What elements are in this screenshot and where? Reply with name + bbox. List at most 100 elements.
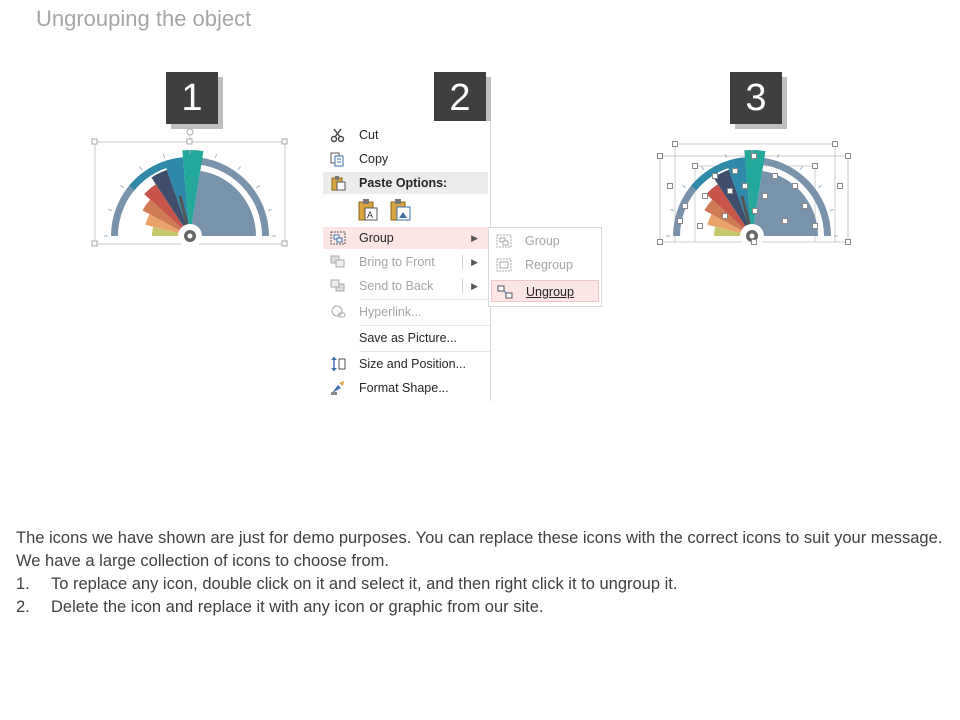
resize-handle[interactable] (657, 239, 663, 245)
resize-handle[interactable] (845, 239, 851, 245)
resize-handle[interactable] (742, 183, 748, 189)
gauge-tick (776, 154, 780, 159)
gauge-tick (108, 208, 113, 212)
rotation-handle[interactable] (186, 128, 194, 136)
resize-handle[interactable] (802, 203, 808, 209)
resize-handle[interactable] (812, 163, 818, 169)
regroup-icon (496, 258, 512, 272)
resize-handle[interactable] (812, 223, 818, 229)
menu-separator (359, 325, 490, 326)
group-submenu: Group Regroup Ungroup (488, 227, 602, 307)
gauge-tick (256, 185, 260, 189)
gauge-tick (724, 154, 728, 159)
menu-item-label: Hyperlink... (359, 305, 422, 319)
resize-handle[interactable] (682, 203, 688, 209)
gauge-tick (799, 166, 803, 170)
resize-handle[interactable] (751, 239, 757, 245)
step-3-badge: 3 (730, 72, 782, 124)
group-icon (330, 231, 346, 245)
menu-item-group[interactable]: Group ▶ (323, 227, 488, 249)
gauge-tick (162, 154, 166, 159)
gauge-tick (139, 166, 143, 170)
resize-handle[interactable] (692, 163, 698, 169)
svg-text:A: A (367, 210, 373, 220)
paste-picture-icon[interactable] (389, 198, 413, 222)
gauge-tick (214, 154, 218, 159)
gauge-tick (237, 166, 241, 170)
menu-item-label: Copy (359, 152, 389, 166)
menu-separator (359, 351, 490, 352)
instruction-item: 1. To replace any icon, double click on … (16, 573, 946, 596)
gauge-graphic-grouped[interactable] (88, 126, 293, 250)
resize-handle[interactable] (697, 223, 703, 229)
menu-item-bring-to-front[interactable]: Bring to Front ▶ (323, 251, 488, 273)
format-shape-icon (331, 381, 344, 395)
resize-handle[interactable] (657, 153, 663, 159)
paste-keep-text-icon[interactable]: A (357, 198, 379, 222)
gauge-tick (701, 166, 705, 170)
page-title: Ungrouping the object (36, 6, 252, 31)
resize-handle[interactable] (727, 188, 733, 194)
menu-separator (359, 299, 490, 300)
resize-handle[interactable] (751, 153, 757, 159)
menu-item-save-as-picture[interactable]: Save as Picture... (323, 327, 488, 349)
resize-handle[interactable] (732, 168, 738, 174)
resize-handle[interactable] (702, 193, 708, 199)
paste-icon (331, 176, 346, 191)
menu-item-hyperlink[interactable]: Hyperlink... (323, 301, 488, 323)
resize-handle[interactable] (752, 208, 758, 214)
instructions: The icons we have shown are just for dem… (16, 527, 946, 619)
context-menu: Cut Copy Paste Options: A Group ▶ Bring … (323, 121, 491, 401)
gauge-tick (120, 185, 124, 189)
menu-item-label: Size and Position... (359, 357, 467, 371)
instruction-number: 1. (16, 575, 30, 593)
menu-section-paste-options: Paste Options: (323, 172, 488, 194)
submenu-item-label: Regroup (525, 258, 573, 272)
submenu-arrow-icon: ▶ (471, 233, 478, 243)
instruction-number: 2. (16, 598, 30, 616)
resize-handle[interactable] (677, 218, 683, 224)
gauge-tick (682, 185, 686, 189)
menu-item-label: Format Shape... (359, 381, 449, 395)
instruction-text: Delete the icon and replace it with any … (51, 598, 544, 616)
resize-handle[interactable] (667, 183, 673, 189)
gauge-tick (818, 185, 822, 189)
instruction-text: To replace any icon, double click on it … (51, 575, 678, 593)
gauge-tick (670, 208, 675, 212)
resize-handle[interactable] (792, 183, 798, 189)
resize-handle[interactable] (837, 183, 843, 189)
submenu-item-label: Ungroup (526, 285, 574, 299)
menu-item-send-to-back[interactable]: Send to Back ▶ (323, 275, 488, 297)
gauge-segment-large (191, 170, 256, 236)
menu-item-cut[interactable]: Cut (323, 124, 488, 146)
gauge-tick (829, 208, 834, 212)
gauge-tick (267, 208, 272, 212)
resize-handle[interactable] (762, 193, 768, 199)
resize-handle[interactable] (672, 141, 678, 147)
resize-handle[interactable] (772, 173, 778, 179)
menu-item-label: Save as Picture... (359, 331, 457, 345)
resize-handle[interactable] (845, 153, 851, 159)
resize-handle[interactable] (712, 173, 718, 179)
submenu-arrow-icon: ▶ (471, 257, 478, 267)
menu-item-label: Bring to Front (359, 255, 435, 269)
submenu-item-ungroup[interactable]: Ungroup (491, 280, 599, 302)
gauge-hub-dot (187, 233, 193, 239)
submenu-arrow-icon: ▶ (471, 281, 478, 291)
size-position-icon (331, 357, 346, 371)
resize-handle[interactable] (722, 213, 728, 219)
menu-item-format-shape[interactable]: Format Shape... (323, 377, 488, 399)
menu-item-copy[interactable]: Copy (323, 148, 488, 170)
submenu-item-regroup[interactable]: Regroup (491, 254, 599, 276)
menu-item-label: Cut (359, 128, 379, 142)
submenu-item-group[interactable]: Group (491, 230, 599, 252)
resize-handle[interactable] (782, 218, 788, 224)
gauge-segment-large (753, 170, 818, 236)
group-icon (496, 234, 512, 248)
submenu-item-label: Group (525, 234, 560, 248)
gauge-graphic-ungrouped[interactable] (655, 126, 855, 250)
menu-item-size-and-position[interactable]: Size and Position... (323, 353, 488, 375)
ungroup-icon (497, 285, 513, 299)
resize-handle[interactable] (832, 141, 838, 147)
menu-section-label: Paste Options: (359, 176, 448, 190)
